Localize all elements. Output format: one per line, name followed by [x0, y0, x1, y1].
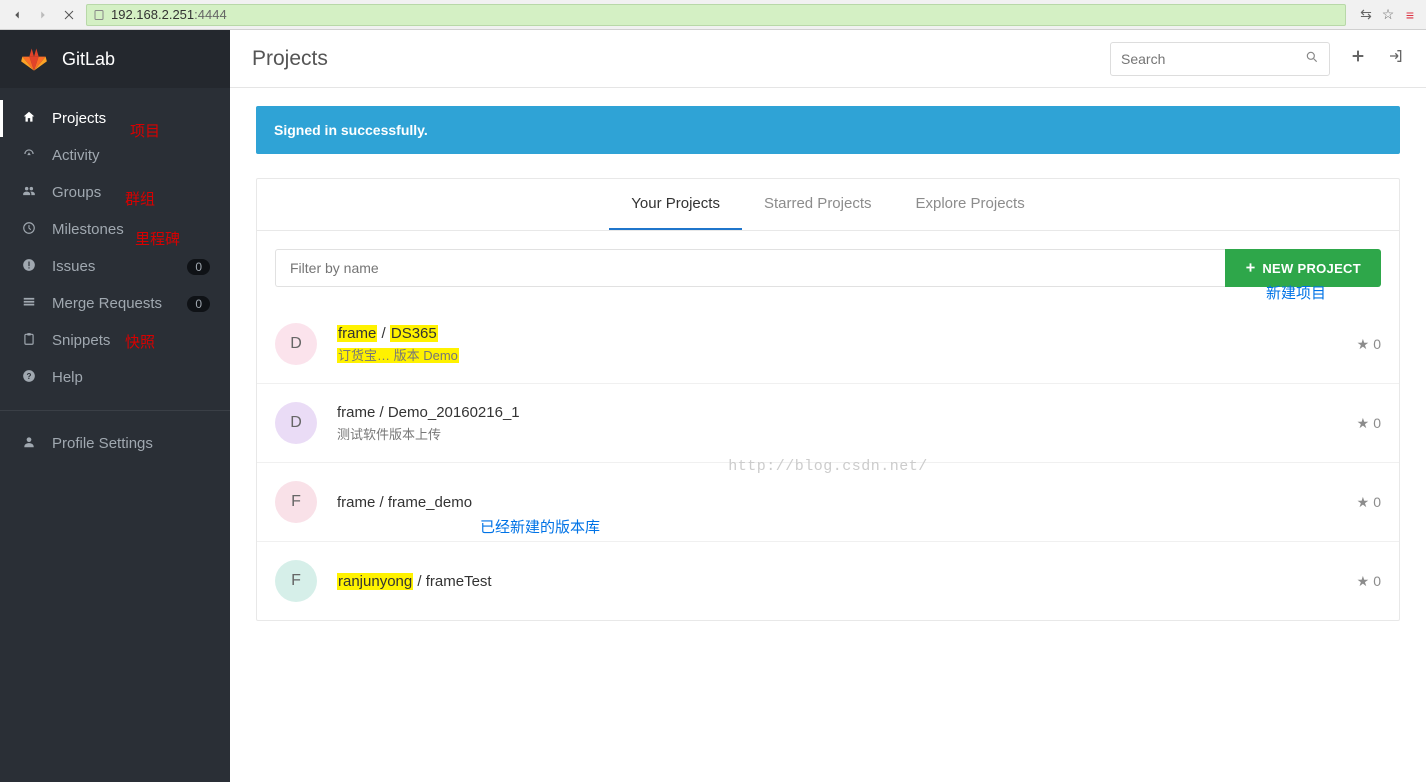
- sidebar-label: Merge Requests: [52, 295, 187, 312]
- tab-explore-projects[interactable]: Explore Projects: [894, 179, 1047, 230]
- sidebar-label: Snippets: [52, 332, 210, 349]
- sidebar-item-snippets[interactable]: Snippets: [0, 322, 230, 359]
- project-avatar: F: [275, 560, 317, 602]
- project-stars: ★0: [1357, 573, 1381, 590]
- url-bar[interactable]: 192.168.2.251:4444: [86, 4, 1346, 26]
- url-port: :4444: [194, 7, 227, 22]
- search-input[interactable]: [1121, 51, 1305, 67]
- project-stars: ★0: [1357, 336, 1381, 353]
- main-content: Projects Signed in successfully.: [230, 30, 1426, 782]
- project-list: D frame / DS365 订货宝… 版本 Demo ★0: [257, 305, 1399, 620]
- nav-separator: [0, 410, 230, 411]
- browser-toolbar: 192.168.2.251:4444 ⇆ ☆ ≡: [0, 0, 1426, 30]
- projects-panel: Your Projects Starred Projects Explore P…: [256, 178, 1400, 621]
- star-icon: ★: [1357, 573, 1370, 590]
- topbar: Projects: [230, 30, 1426, 88]
- forward-button[interactable]: [34, 6, 52, 24]
- issues-badge: 0: [187, 259, 210, 275]
- sidebar-label: Profile Settings: [52, 435, 210, 452]
- dashboard-icon: [20, 147, 38, 164]
- svg-text:?: ?: [27, 372, 32, 381]
- search-box[interactable]: [1110, 42, 1330, 76]
- new-plus-icon[interactable]: [1350, 48, 1366, 69]
- sidebar-label: Issues: [52, 258, 187, 275]
- back-button[interactable]: [8, 6, 26, 24]
- sidebar-item-issues[interactable]: Issues 0: [0, 248, 230, 285]
- sidebar-label: Help: [52, 369, 210, 386]
- flash-message: Signed in successfully.: [256, 106, 1400, 154]
- clipboard-icon: [20, 332, 38, 349]
- project-stars: ★0: [1357, 415, 1381, 432]
- tabs: Your Projects Starred Projects Explore P…: [257, 179, 1399, 231]
- menu-icon[interactable]: ≡: [1402, 7, 1418, 23]
- new-project-label: NEW PROJECT: [1262, 261, 1361, 276]
- gitlab-logo-icon: [20, 45, 48, 73]
- project-description: 测试软件版本上传: [337, 424, 1337, 443]
- project-name: frame / frame_demo: [337, 494, 1337, 511]
- exclamation-icon: [20, 258, 38, 275]
- project-avatar: D: [275, 402, 317, 444]
- sidebar-header: GitLab: [0, 30, 230, 88]
- project-row[interactable]: D frame / Demo_20160216_1 测试软件版本上传 ★0: [257, 383, 1399, 462]
- page-title: Projects: [252, 47, 1110, 71]
- tab-your-projects[interactable]: Your Projects: [609, 179, 742, 230]
- translate-icon[interactable]: ⇆: [1358, 7, 1374, 23]
- sidebar-item-profile[interactable]: Profile Settings: [0, 425, 230, 462]
- sidebar-item-groups[interactable]: Groups: [0, 174, 230, 211]
- star-icon: ★: [1357, 336, 1370, 353]
- filter-input[interactable]: [275, 249, 1225, 287]
- project-row[interactable]: F ranjunyong / frameTest ★0: [257, 541, 1399, 620]
- url-host: 192.168.2.251: [111, 7, 194, 22]
- home-icon: [20, 110, 38, 127]
- project-stars: ★0: [1357, 494, 1381, 511]
- sidebar-label: Groups: [52, 184, 210, 201]
- sidebar-label: Milestones: [52, 221, 210, 238]
- new-project-button[interactable]: NEW PROJECT: [1225, 249, 1381, 287]
- project-description: 订货宝… 版本 Demo: [337, 345, 1337, 364]
- brand-name: GitLab: [62, 49, 115, 70]
- sign-out-icon[interactable]: [1388, 48, 1404, 69]
- sidebar-item-help[interactable]: ? Help: [0, 359, 230, 396]
- sidebar-item-activity[interactable]: Activity: [0, 137, 230, 174]
- user-icon: [20, 435, 38, 452]
- sidebar-label: Activity: [52, 147, 210, 164]
- project-name: frame / Demo_20160216_1: [337, 404, 1337, 421]
- sidebar: GitLab Projects 项目 Activity Groups: [0, 30, 230, 782]
- filter-row: NEW PROJECT: [257, 231, 1399, 305]
- sidebar-nav: Projects 项目 Activity Groups 群组 M: [0, 88, 230, 462]
- project-avatar: D: [275, 323, 317, 365]
- question-icon: ?: [20, 369, 38, 386]
- stop-button[interactable]: [60, 6, 78, 24]
- users-icon: [20, 184, 38, 201]
- star-icon: ★: [1357, 415, 1370, 432]
- sidebar-item-projects[interactable]: Projects: [0, 100, 230, 137]
- clock-icon: [20, 221, 38, 238]
- bookmark-icon[interactable]: ☆: [1380, 7, 1396, 23]
- project-row[interactable]: F frame / frame_demo ★0: [257, 462, 1399, 541]
- sidebar-label: Projects: [52, 110, 210, 127]
- list-icon: [20, 295, 38, 312]
- sidebar-item-milestones[interactable]: Milestones: [0, 211, 230, 248]
- star-icon: ★: [1357, 494, 1370, 511]
- project-row[interactable]: D frame / DS365 订货宝… 版本 Demo ★0: [257, 305, 1399, 383]
- project-name: ranjunyong / frameTest: [337, 573, 1337, 590]
- plus-icon: [1245, 261, 1256, 276]
- sidebar-item-merge-requests[interactable]: Merge Requests 0: [0, 285, 230, 322]
- search-icon[interactable]: [1305, 50, 1319, 67]
- project-name: frame / DS365: [337, 325, 1337, 342]
- tab-starred-projects[interactable]: Starred Projects: [742, 179, 894, 230]
- project-avatar: F: [275, 481, 317, 523]
- mr-badge: 0: [187, 296, 210, 312]
